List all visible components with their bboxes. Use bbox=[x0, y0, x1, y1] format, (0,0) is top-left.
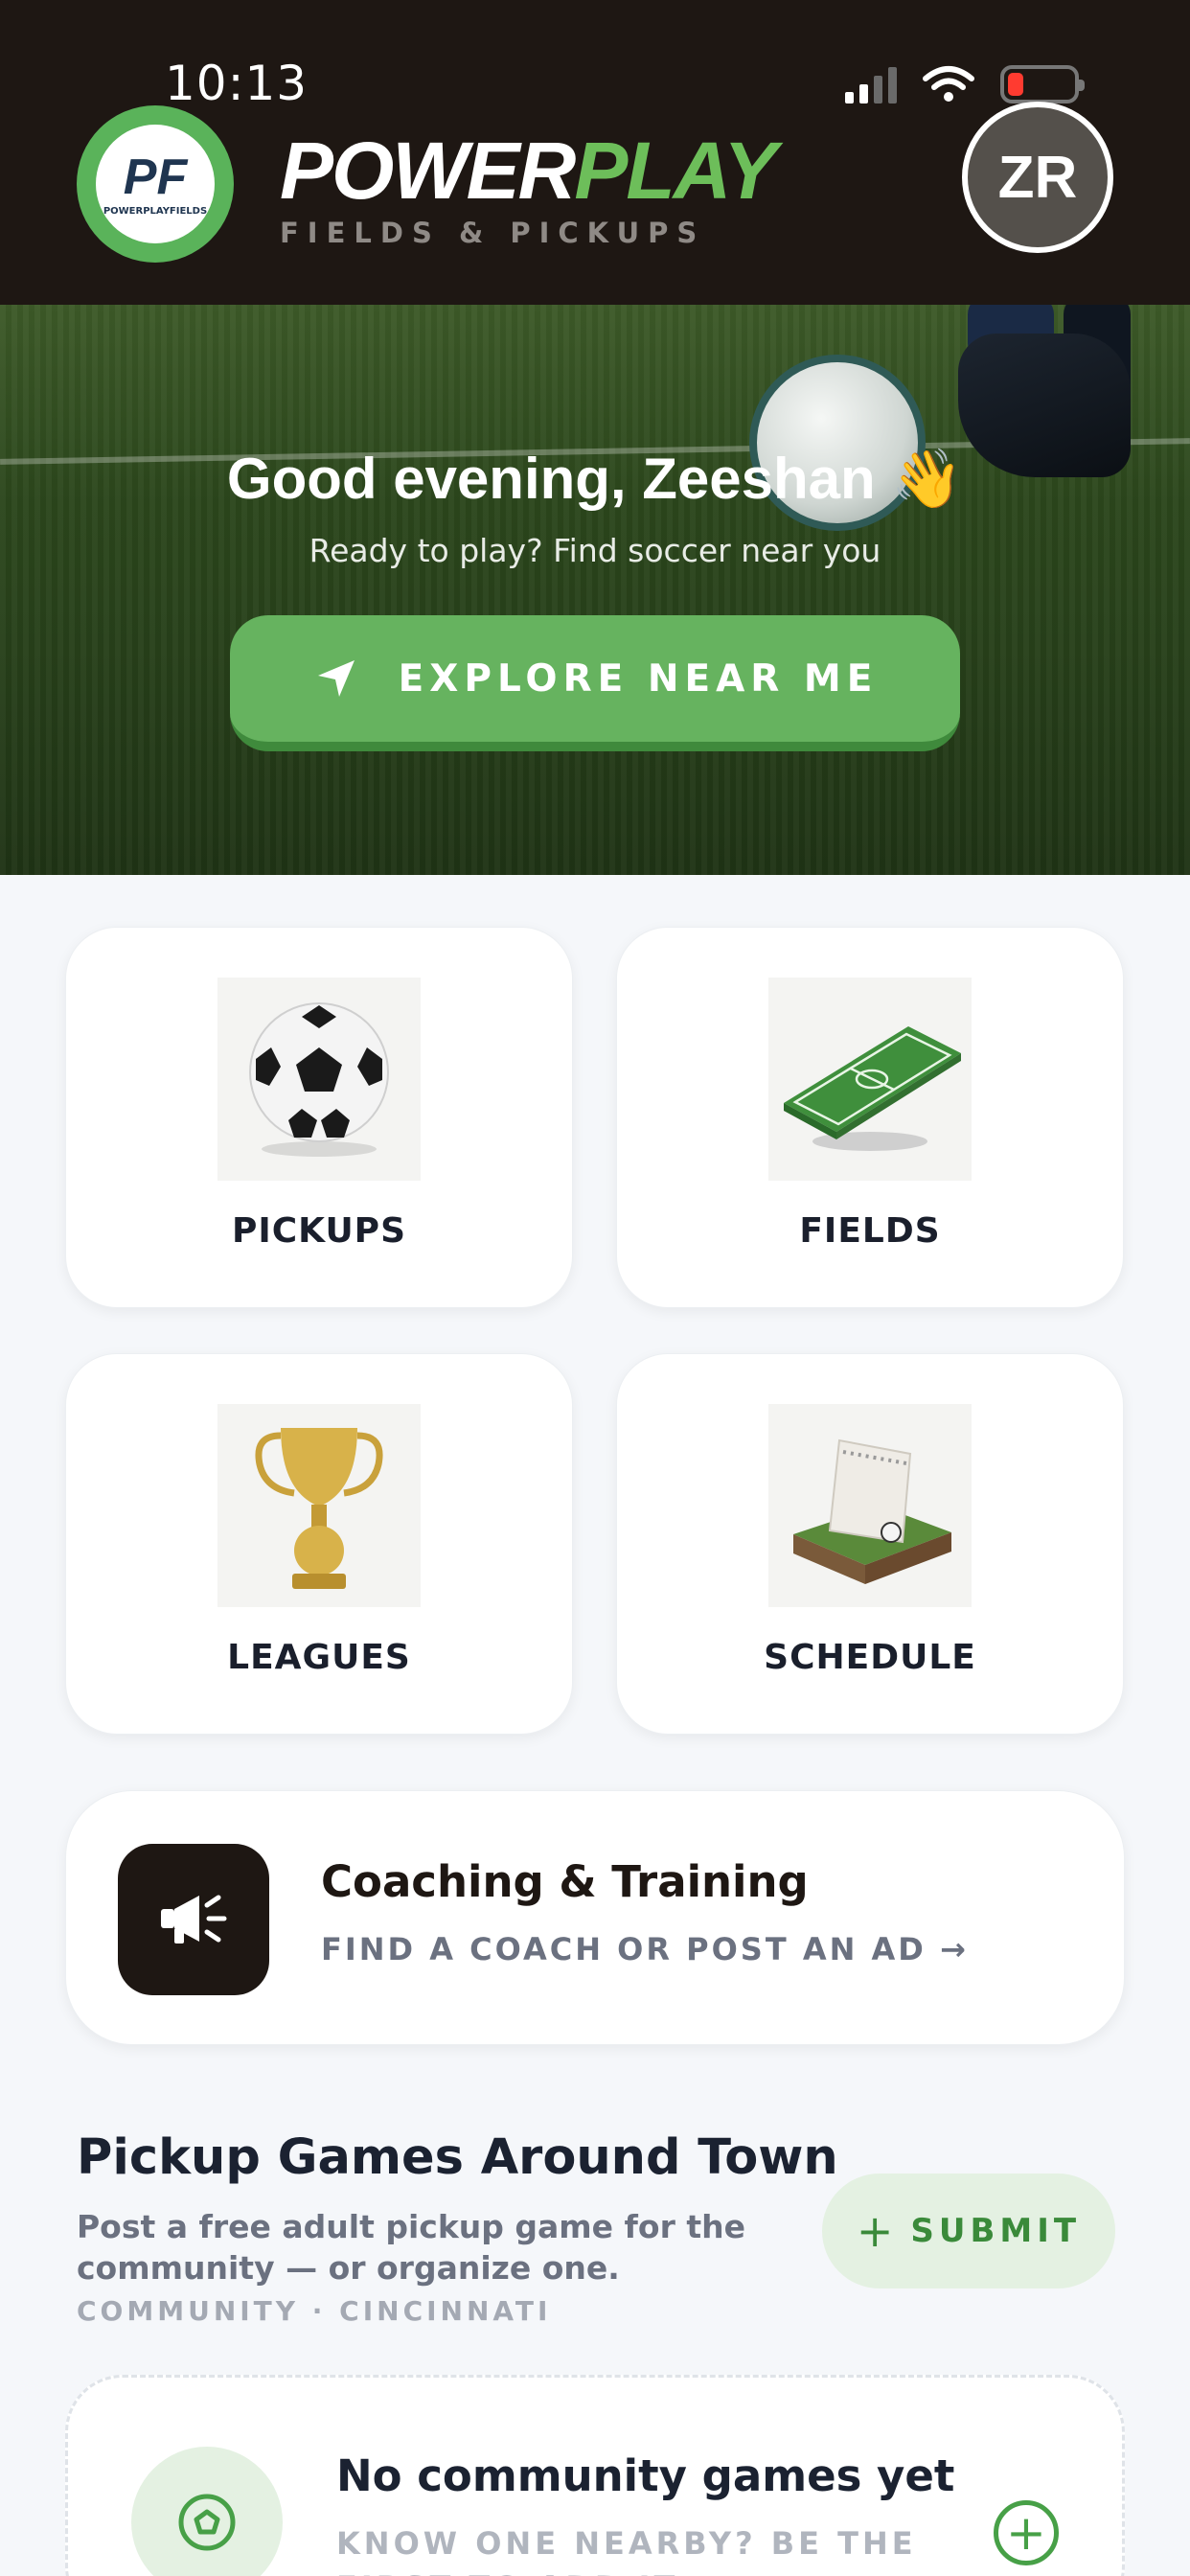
coaching-training-card[interactable]: Coaching & Training FIND A COACH OR POST… bbox=[65, 1790, 1125, 2045]
megaphone-icon bbox=[118, 1844, 269, 1995]
hero-banner: Good evening, Zeeshan 👋 Ready to play? F… bbox=[0, 305, 1190, 875]
add-game-icon[interactable]: + bbox=[994, 2500, 1059, 2565]
app-header: 10:13 PF POWERPLAYFIELDS POWERPLAY FIELD… bbox=[0, 0, 1190, 305]
tile-pickups[interactable]: PICKUPS bbox=[65, 927, 573, 1308]
logo-monogram: PF bbox=[123, 149, 188, 205]
empty-state-title: No community games yet bbox=[336, 2450, 955, 2501]
logo-text: POWERPLAYFIELDS bbox=[103, 205, 208, 217]
tile-schedule[interactable]: SCHEDULE bbox=[616, 1353, 1124, 1735]
cellular-signal-icon bbox=[845, 65, 897, 104]
coaching-title: Coaching & Training bbox=[321, 1856, 809, 1907]
wifi-icon bbox=[923, 66, 974, 102]
status-icons bbox=[845, 63, 1085, 105]
submit-game-button[interactable]: + SUBMIT bbox=[822, 2174, 1115, 2288]
app-logo[interactable]: PF POWERPLAYFIELDS bbox=[77, 105, 234, 263]
submit-label: SUBMIT bbox=[910, 2212, 1082, 2250]
trophy-icon bbox=[217, 1404, 421, 1607]
greeting-subtitle: Ready to play? Find soccer near you bbox=[309, 532, 881, 569]
user-avatar[interactable]: ZR bbox=[962, 102, 1113, 253]
greeting-heading: Good evening, Zeeshan 👋 bbox=[226, 447, 964, 511]
soccer-ball-icon bbox=[131, 2447, 283, 2576]
brand-name: POWERPLAY bbox=[280, 130, 777, 211]
empty-state-card[interactable]: No community games yet KNOW ONE NEARBY? … bbox=[65, 2375, 1125, 2576]
tile-leagues[interactable]: LEAGUES bbox=[65, 1353, 573, 1735]
tile-label: LEAGUES bbox=[227, 1638, 411, 1677]
explore-near-me-button[interactable]: EXPLORE NEAR ME bbox=[230, 615, 960, 751]
pickup-section-description: Post a free adult pickup game for the co… bbox=[77, 2208, 745, 2287]
calendar-icon bbox=[768, 1404, 972, 1607]
tile-label: SCHEDULE bbox=[764, 1638, 976, 1677]
brand-subtitle: FIELDS & PICKUPS bbox=[280, 217, 706, 249]
brand-part-play: PLAY bbox=[574, 126, 777, 216]
soccer-ball-icon bbox=[217, 978, 421, 1181]
explore-button-label: EXPLORE NEAR ME bbox=[398, 656, 879, 701]
plus-icon: + bbox=[856, 2205, 894, 2257]
pickup-section-title: Pickup Games Around Town bbox=[77, 2129, 838, 2186]
brand-part-power: POWER bbox=[280, 126, 576, 216]
status-time: 10:13 bbox=[165, 56, 309, 111]
soccer-field-icon bbox=[768, 978, 972, 1181]
tile-fields[interactable]: FIELDS bbox=[616, 927, 1124, 1308]
tile-label: FIELDS bbox=[799, 1211, 941, 1251]
tile-label: PICKUPS bbox=[231, 1211, 406, 1251]
empty-state-subtitle: KNOW ONE NEARBY? BE THE FIRST TO ADD IT … bbox=[336, 2525, 917, 2576]
pickup-section-meta: COMMUNITY · CINCINNATI bbox=[77, 2295, 552, 2327]
navigation-arrow-icon bbox=[317, 660, 355, 697]
battery-icon bbox=[1000, 65, 1085, 104]
coaching-subtitle: FIND A COACH OR POST AN AD → bbox=[321, 1931, 969, 1967]
